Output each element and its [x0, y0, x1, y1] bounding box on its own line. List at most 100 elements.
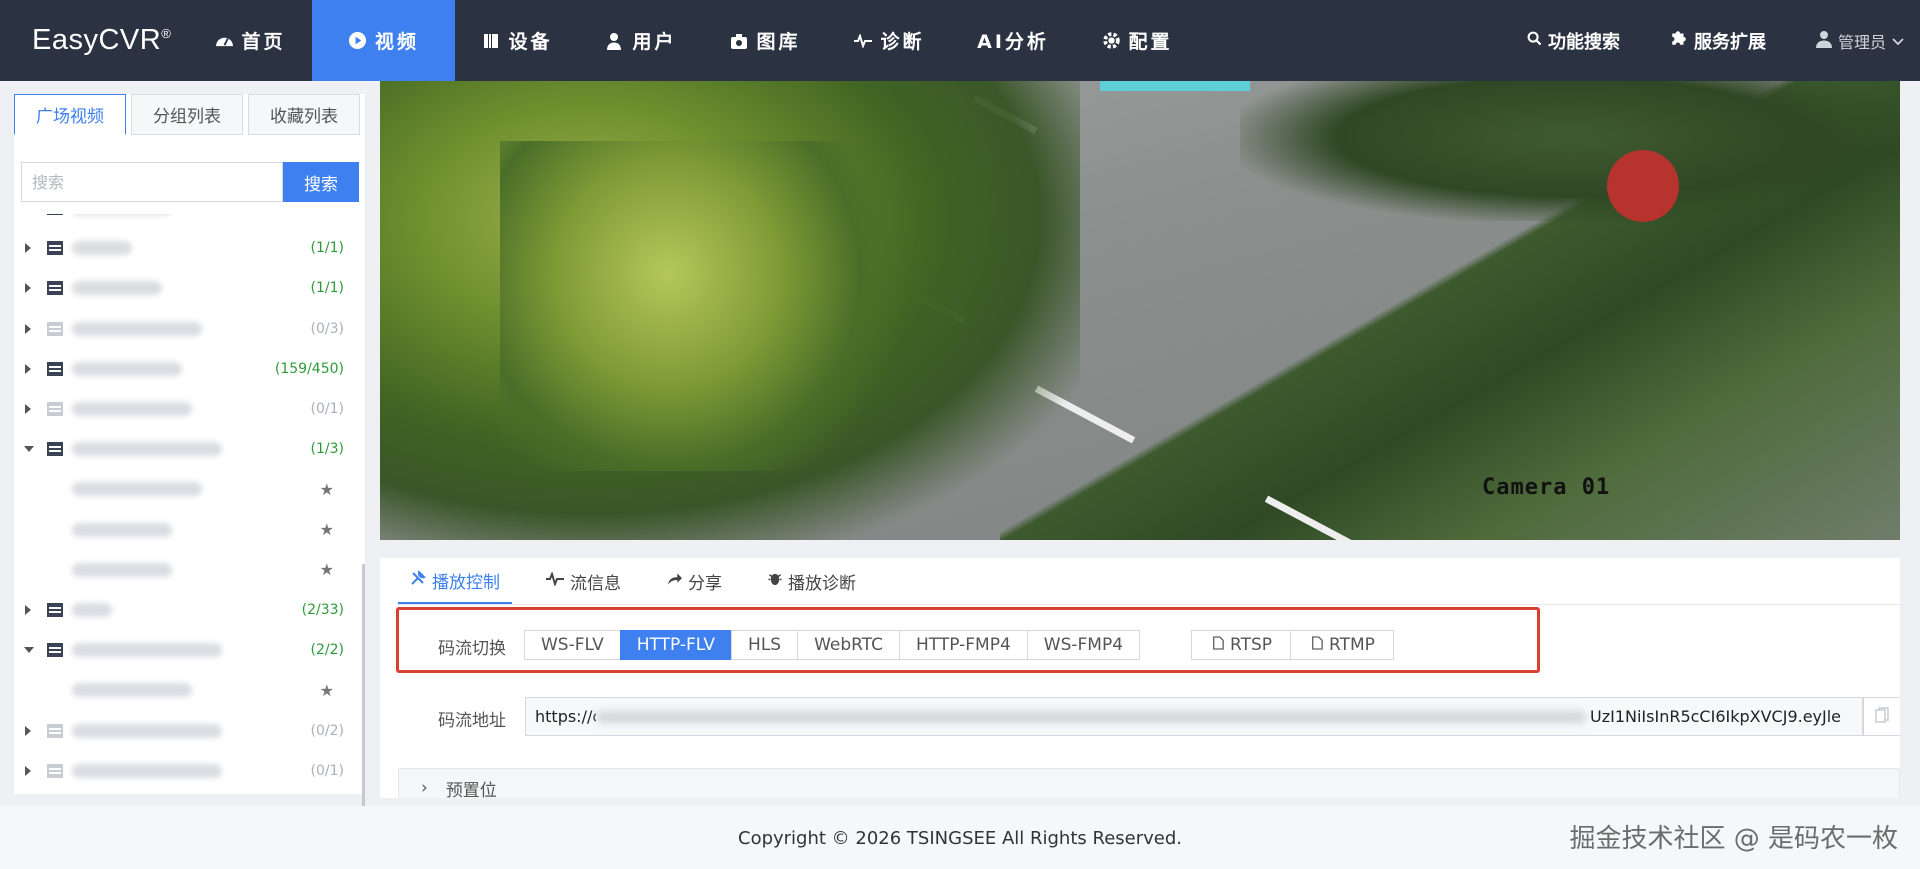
chevron-right-icon: ›: [421, 778, 428, 798]
tree-channel-item[interactable]: ★: [14, 469, 354, 509]
caret-right-icon[interactable]: [25, 725, 31, 736]
star-icon[interactable]: ★: [320, 560, 334, 579]
tree-group-item[interactable]: (1/1): [14, 228, 354, 268]
dashboard-icon: [214, 33, 234, 48]
device-icon: [47, 442, 63, 457]
tree-channel-item[interactable]: ★: [14, 550, 354, 590]
nav-item[interactable]: 配置: [1075, 0, 1199, 81]
tree-group-item[interactable]: (4/4): [14, 214, 354, 228]
caret-down-icon[interactable]: [24, 446, 34, 453]
protocol-button[interactable]: HTTP-FMP4: [898, 630, 1028, 660]
service-extend-button[interactable]: 服务扩展: [1670, 28, 1766, 54]
device-icon: [47, 241, 63, 256]
tree-item-name-redacted: [72, 562, 172, 577]
playback-tab[interactable]: 播放控制: [398, 558, 512, 604]
sidebar-tab[interactable]: 分组列表: [131, 94, 243, 135]
copy-icon: [1311, 635, 1323, 655]
tree-item-name-redacted: [72, 723, 222, 738]
copy-icon: [1212, 635, 1224, 655]
playback-panel: 播放控制 流信息 分享 播放诊断 码流切换 WS-FLV HTTP-FLV HLS WebR…: [380, 558, 1900, 798]
copy-protocol-button[interactable]: RTMP: [1290, 630, 1394, 660]
top-navbar: EasyCVR® 首页 视频 设备 用户 图库 诊断 AI分析 配置 功能搜索 服务扩展 管理…: [0, 0, 1920, 81]
tree-group-item[interactable]: (1/3): [14, 429, 354, 469]
tree-channel-item[interactable]: ★: [14, 510, 354, 550]
service-extend-label: 服务扩展: [1693, 31, 1766, 53]
device-icon: [47, 214, 63, 216]
caret-down-icon[interactable]: [24, 647, 34, 654]
caret-right-icon[interactable]: [25, 243, 31, 254]
tree-item-name-redacted: [72, 643, 222, 658]
app-logo[interactable]: EasyCVR®: [0, 24, 186, 57]
tree-group-item[interactable]: (0/3): [14, 309, 354, 349]
caret-right-icon[interactable]: [25, 765, 31, 776]
caret-right-icon[interactable]: [25, 604, 31, 615]
tree-item-name-redacted: [72, 442, 222, 457]
red-sign: [1607, 150, 1679, 222]
user-menu[interactable]: 管理员: [1815, 29, 1904, 53]
playback-tab-label: 流信息: [570, 573, 621, 594]
bug-icon: [768, 571, 782, 591]
background-trees: [1240, 81, 1900, 221]
preset-collapse[interactable]: › 预置位: [398, 768, 1900, 798]
caret-right-icon[interactable]: [25, 323, 31, 334]
user-name: 管理员: [1837, 32, 1886, 52]
nav-item[interactable]: 诊断: [827, 0, 951, 81]
watermark-text: 掘金技术社区 @ 是码农一枚: [1569, 824, 1898, 854]
protocol-button[interactable]: WS-FLV: [524, 630, 621, 660]
chevron-down-icon: [1892, 31, 1904, 50]
device-icon: [47, 643, 63, 658]
tree-group-item[interactable]: (159/450): [14, 349, 354, 389]
nav-item[interactable]: 设备: [455, 0, 579, 81]
tree-group-item[interactable]: (0/1): [14, 751, 354, 791]
caret-right-icon[interactable]: [25, 283, 31, 294]
stream-url-redacted: [596, 710, 1586, 723]
nav-item[interactable]: 视频: [312, 0, 455, 81]
search-button[interactable]: 搜索: [283, 162, 359, 202]
nav-item-label: 视频: [374, 31, 419, 53]
background-pool: [1100, 81, 1250, 91]
search-input[interactable]: [21, 162, 283, 202]
feature-search-button[interactable]: 功能搜索: [1527, 28, 1620, 54]
copy-protocol-button[interactable]: RTSP: [1191, 630, 1292, 660]
tree-group-item[interactable]: (1/1): [14, 268, 354, 308]
tree-group-item[interactable]: (2/2): [14, 630, 354, 670]
star-icon[interactable]: ★: [320, 480, 334, 499]
playback-tab[interactable]: 分享: [655, 558, 734, 604]
tree-group-item[interactable]: (0/1): [14, 389, 354, 429]
nav-item[interactable]: 首页: [188, 0, 312, 81]
device-icon: [47, 763, 63, 778]
nav-item-label: AI分析: [977, 31, 1049, 53]
logo-mark: ®: [161, 26, 172, 41]
tree-channel-item[interactable]: ★: [14, 670, 354, 710]
sidebar-tab[interactable]: 广场视频: [14, 94, 126, 135]
nav-item[interactable]: 用户: [579, 0, 703, 81]
video-player[interactable]: Camera 01: [380, 81, 1900, 540]
protocol-button[interactable]: HTTP-FLV: [619, 630, 733, 660]
caret-right-icon[interactable]: [25, 404, 31, 415]
gear-icon: [1101, 32, 1121, 49]
nav-item[interactable]: 图库: [703, 0, 827, 81]
pulse-icon: [546, 570, 564, 591]
protocol-button[interactable]: HLS: [731, 630, 799, 660]
caret-right-icon[interactable]: [25, 363, 31, 374]
tree-item-count: (1/1): [310, 240, 344, 257]
tree-item-count: (0/2): [310, 722, 344, 739]
device-sidebar: 广场视频分组列表收藏列表 搜索 (4/4) (1/1) (1/1) (0/3) (159…: [14, 94, 365, 869]
user-avatar-icon: [1815, 30, 1832, 52]
copy-url-button[interactable]: [1863, 697, 1900, 736]
stream-url-field[interactable]: https://c UzI1NiIsInR5cCI6IkpXVCJ9.eyJle: [525, 697, 1863, 736]
tree-item-count: (1/1): [310, 280, 344, 297]
nav-item[interactable]: AI分析: [951, 0, 1075, 81]
tree-group-item[interactable]: (0/2): [14, 710, 354, 750]
star-icon[interactable]: ★: [320, 681, 334, 700]
sidebar-tab[interactable]: 收藏列表: [248, 94, 360, 135]
playback-tab[interactable]: 流信息: [534, 558, 633, 604]
playback-tab[interactable]: 播放诊断: [756, 558, 868, 604]
star-icon[interactable]: ★: [320, 520, 334, 539]
tree-item-name-redacted: [72, 402, 192, 417]
playback-tabs: 播放控制 流信息 分享 播放诊断: [398, 558, 1900, 605]
tree-group-item[interactable]: (2/33): [14, 590, 354, 630]
device-icon: [47, 361, 63, 376]
protocol-button[interactable]: WS-FMP4: [1026, 630, 1141, 660]
protocol-button[interactable]: WebRTC: [797, 630, 900, 660]
